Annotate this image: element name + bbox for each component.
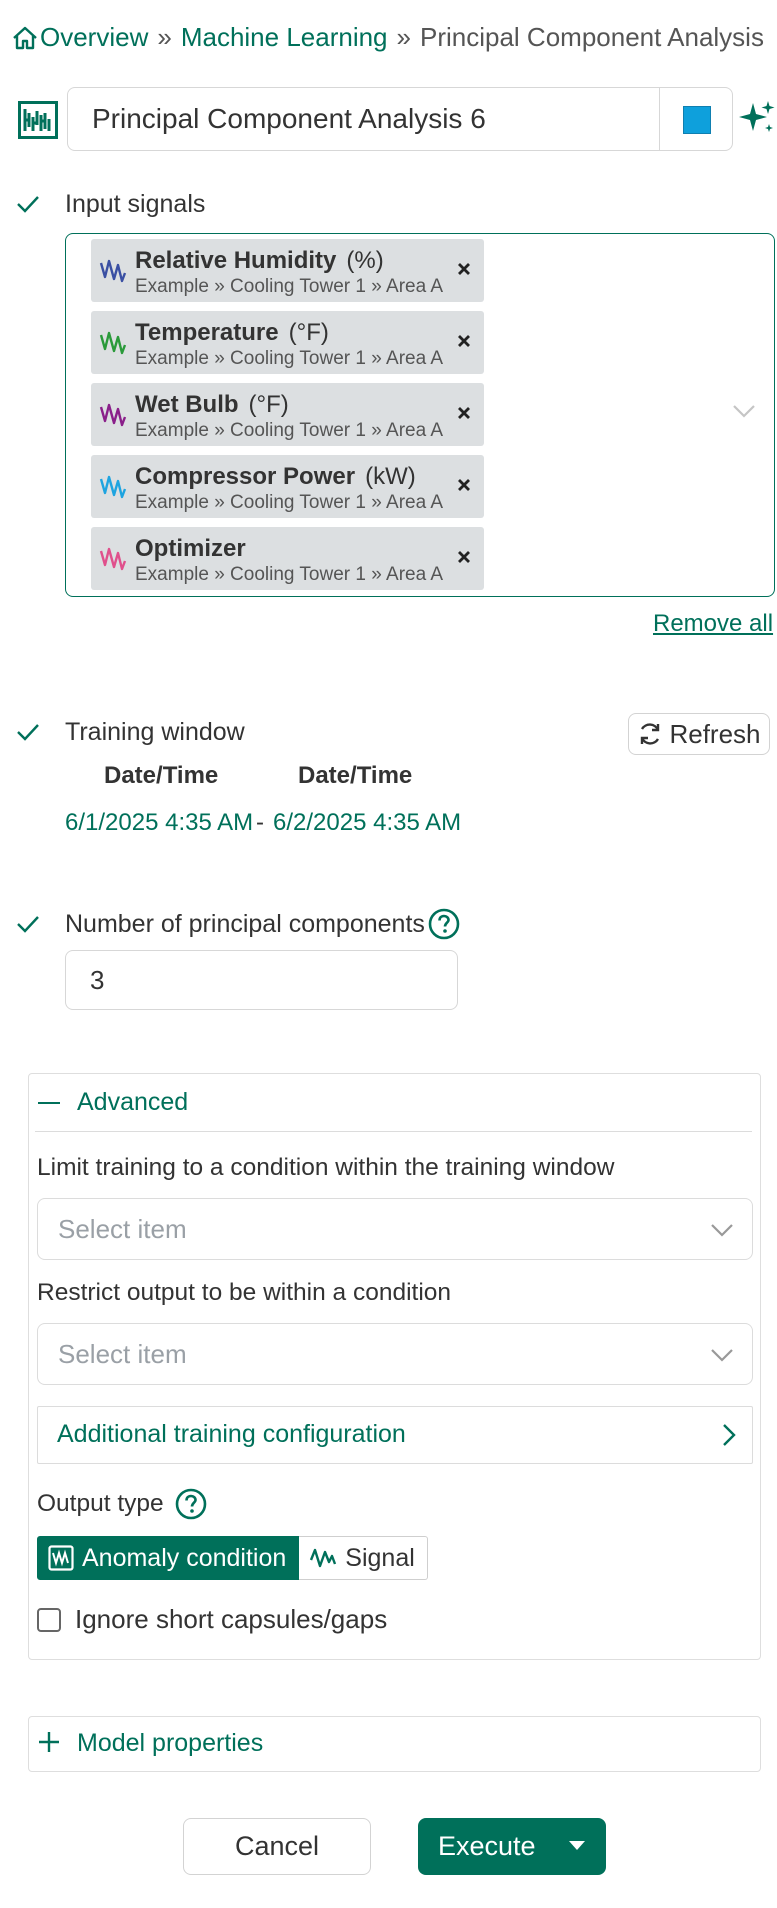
divider — [35, 1131, 752, 1132]
signal-name: Temperature — [135, 319, 279, 346]
additional-training-configuration[interactable]: Additional training configuration — [37, 1406, 753, 1464]
remove-signal-icon[interactable] — [454, 259, 474, 279]
home-icon[interactable] — [12, 26, 38, 50]
limit-training-select[interactable]: Select item — [37, 1198, 753, 1260]
pca-tool-icon — [18, 101, 58, 139]
refresh-label: Refresh — [669, 718, 761, 749]
signal-chip[interactable]: Relative Humidity (%) Example » Cooling T… — [91, 239, 484, 302]
expand-plus-icon — [39, 1732, 59, 1752]
refresh-icon — [641, 723, 660, 745]
signal-path: Example » Cooling Tower 1 » Area A — [135, 492, 444, 513]
model-properties-label: Model properties — [77, 1729, 264, 1757]
breadcrumb: Overview » Machine Learning » Principal … — [12, 22, 764, 53]
signal-wave-icon — [99, 475, 127, 499]
input-signals-box[interactable]: Relative Humidity (%) Example » Cooling T… — [65, 233, 775, 597]
refresh-button[interactable]: Refresh — [628, 713, 770, 755]
select-placeholder: Select item — [58, 1214, 187, 1244]
remove-signal-icon[interactable] — [454, 475, 474, 495]
start-datetime-header: Date/Time — [104, 762, 219, 789]
components-label: Number of principal components — [65, 910, 425, 938]
output-type-label: Output type — [37, 1490, 164, 1517]
signal-unit: (°F) — [248, 391, 289, 418]
check-icon — [17, 196, 39, 213]
output-signal[interactable]: Signal — [299, 1536, 428, 1580]
color-picker[interactable] — [659, 88, 732, 150]
advanced-toggle[interactable]: Advanced — [29, 1074, 760, 1131]
end-datetime-value[interactable]: 6/2/2025 4:35 AM — [273, 809, 461, 837]
signal-chip[interactable]: Optimizer Example » Cooling Tower 1 » Ar… — [91, 527, 484, 590]
signal-chip[interactable]: Wet Bulb (°F) Example » Cooling Tower 1 »… — [91, 383, 484, 446]
signal-name: Optimizer — [135, 535, 246, 562]
chevron-down-icon — [711, 1224, 733, 1237]
condition-icon — [48, 1545, 74, 1571]
signal-wave-icon — [99, 547, 127, 571]
cancel-button[interactable]: Cancel — [183, 1818, 371, 1875]
chevron-down-icon[interactable] — [732, 404, 756, 418]
collapse-icon — [38, 1102, 60, 1104]
breadcrumb-separator: » — [157, 22, 172, 52]
signal-path: Example » Cooling Tower 1 » Area A — [135, 276, 444, 297]
signal-wave-icon — [99, 331, 127, 355]
chevron-down-icon — [711, 1349, 733, 1362]
signal-unit: (kW) — [365, 463, 416, 490]
advanced-panel: Advanced Limit training to a condition w… — [28, 1073, 761, 1660]
signal-unit: (°F) — [288, 319, 329, 346]
restrict-output-select[interactable]: Select item — [37, 1323, 753, 1385]
remove-signal-icon[interactable] — [454, 403, 474, 423]
signal-wave-icon — [99, 259, 127, 283]
anomaly-condition-label: Anomaly condition — [82, 1543, 287, 1572]
output-type-toggle: Anomaly condition Signal — [37, 1536, 428, 1580]
signal-path: Example » Cooling Tower 1 » Area A — [135, 348, 444, 369]
tool-name-box — [67, 87, 733, 151]
signal-chip[interactable]: Compressor Power (kW) Example » Cooling T… — [91, 455, 484, 518]
signal-label: Signal — [345, 1543, 415, 1572]
signal-name: Relative Humidity — [135, 247, 337, 274]
signal-unit: (%) — [346, 247, 384, 274]
output-anomaly-condition[interactable]: Anomaly condition — [37, 1536, 300, 1580]
additional-training-configuration-label: Additional training configuration — [57, 1420, 406, 1448]
breadcrumb-machine-learning-link[interactable]: Machine Learning — [181, 22, 388, 53]
chevron-right-icon — [723, 1424, 736, 1446]
signal-wave-icon — [310, 1548, 337, 1568]
limit-training-label: Limit training to a condition within the… — [37, 1154, 615, 1181]
advanced-title: Advanced — [77, 1088, 189, 1116]
signal-path: Example » Cooling Tower 1 » Area A — [135, 564, 444, 585]
caret-down-icon[interactable] — [568, 1840, 586, 1851]
end-datetime-header: Date/Time — [298, 762, 413, 789]
ignore-short-label: Ignore short capsules/gaps — [75, 1604, 388, 1634]
remove-signal-icon[interactable] — [454, 547, 474, 567]
check-icon — [17, 724, 39, 741]
restrict-output-label: Restrict output to be within a condition — [37, 1279, 452, 1306]
model-properties-toggle[interactable]: Model properties — [28, 1716, 761, 1772]
ignore-short-checkbox[interactable] — [37, 1607, 61, 1632]
color-swatch[interactable] — [683, 106, 711, 134]
signal-name: Compressor Power — [135, 463, 356, 490]
signal-wave-icon — [99, 403, 127, 427]
select-placeholder: Select item — [58, 1339, 187, 1369]
sparkle-icon[interactable] — [738, 99, 776, 137]
signal-chip[interactable]: Temperature (°F) Example » Cooling Tower … — [91, 311, 484, 374]
signal-path: Example » Cooling Tower 1 » Area A — [135, 420, 444, 441]
tool-name-row — [16, 87, 776, 153]
check-icon — [17, 916, 39, 933]
breadcrumb-overview-link[interactable]: Overview — [40, 22, 148, 53]
breadcrumb-current: Principal Component Analysis — [420, 22, 764, 52]
input-signals-label: Input signals — [65, 190, 206, 218]
remove-signal-icon[interactable] — [454, 331, 474, 351]
remove-all-link[interactable]: Remove all — [653, 610, 773, 638]
components-input[interactable] — [65, 950, 458, 1010]
tool-name-input[interactable] — [68, 88, 677, 150]
help-icon[interactable] — [175, 1488, 207, 1520]
training-window-label: Training window — [65, 718, 245, 746]
ignore-short-row: Ignore short capsules/gaps — [37, 1604, 387, 1635]
datetime-separator: - — [256, 809, 264, 836]
start-datetime-value[interactable]: 6/1/2025 4:35 AM — [65, 809, 253, 837]
signal-name: Wet Bulb — [135, 391, 239, 418]
help-icon[interactable] — [428, 908, 460, 940]
breadcrumb-separator: » — [396, 22, 411, 52]
